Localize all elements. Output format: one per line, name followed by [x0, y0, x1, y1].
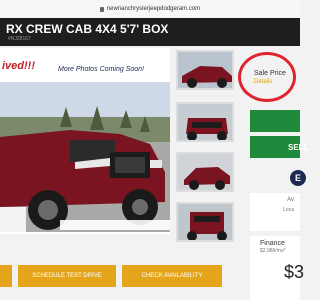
stock-number: #NJ28167: [8, 36, 31, 42]
truck-photo-image: [0, 82, 170, 232]
price-highlight-circle: [238, 52, 296, 102]
promo-headline: ived!!!: [2, 60, 35, 72]
check-availability-button[interactable]: CHECK AVAILABILITY: [122, 265, 222, 287]
vehicle-title: RX CREW CAB 4X4 5'7' BOX: [6, 22, 169, 36]
url-text: newnanchryslerjeepdodgeram.com: [106, 6, 201, 12]
main-photo-panel: ived!!! More Photos Coming Soon!: [0, 48, 170, 234]
action-button-1[interactable]: [0, 265, 12, 287]
thumbnail-2-image: [178, 104, 232, 140]
thumbnail-4[interactable]: [176, 202, 234, 242]
promo-banner: ived!!! More Photos Coming Soon!: [0, 48, 170, 82]
thumbnail-1[interactable]: [176, 50, 234, 90]
availability-card[interactable]: Av Loca: [250, 193, 300, 231]
dealer-logo-icon: E: [290, 170, 306, 186]
sale-price-label: Sale Price: [254, 70, 286, 77]
availability-location: Loca: [283, 207, 294, 213]
schedule-test-drive-button[interactable]: SCHEDULE TEST DRIVE: [18, 265, 116, 287]
finance-card[interactable]: Finance $2,986/mo* $3: [250, 236, 304, 300]
finance-label: Finance: [260, 240, 285, 247]
browser-address-bar[interactable]: newnanchryslerjeepdodgeram.com: [0, 0, 300, 18]
vehicle-header: RX CREW CAB 4X4 5'7' BOX #NJ28167: [0, 18, 300, 46]
thumbnail-4-image: [178, 204, 232, 240]
thumbnail-3-image: [178, 154, 232, 190]
action-button-row: SCHEDULE TEST DRIVE CHECK AVAILABILITY: [0, 265, 236, 287]
availability-label: Av: [287, 197, 294, 203]
price-details-link[interactable]: Details: [254, 79, 272, 85]
primary-cta-button[interactable]: [250, 110, 300, 132]
pricing-sidebar: Sale Price Details SELL E Av Loca Financ…: [238, 48, 308, 300]
more-photos-text: More Photos Coming Soon!: [58, 66, 144, 73]
thumbnail-2[interactable]: [176, 102, 234, 142]
main-vehicle-photo[interactable]: [0, 82, 170, 232]
sell-button[interactable]: SELL: [250, 136, 308, 158]
finance-monthly: $2,986/mo*: [260, 248, 286, 254]
thumbnail-1-image: [178, 52, 232, 88]
promo-red-text-block: ived!!!: [0, 48, 42, 82]
lock-icon: [99, 6, 104, 12]
finance-amount: $3: [284, 262, 305, 282]
thumbnail-3[interactable]: [176, 152, 234, 192]
